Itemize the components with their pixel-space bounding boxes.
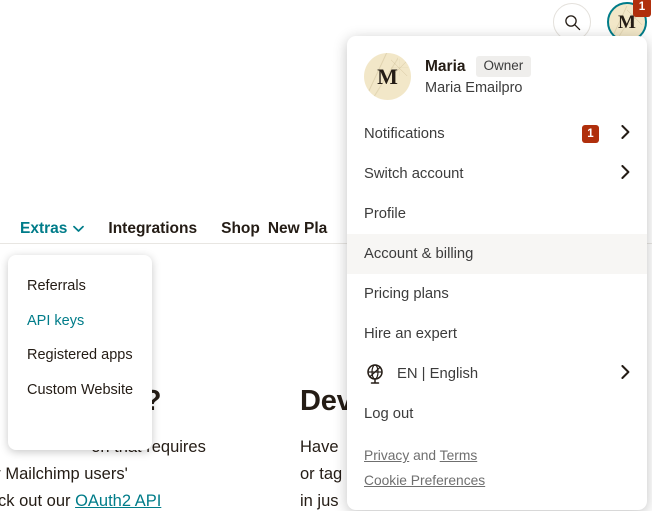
menu-item-notifications-label: Notifications <box>364 126 445 142</box>
menu-item-switch-account-label: Switch account <box>364 166 464 182</box>
account-role-badge: Owner <box>475 56 532 77</box>
extras-item-custom-website[interactable]: Custom Website <box>8 373 152 408</box>
cookie-preferences-link[interactable]: Cookie Preferences <box>364 473 485 488</box>
chevron-down-icon <box>73 220 85 238</box>
oauth2-api-link[interactable]: OAuth2 API <box>75 492 161 510</box>
nav-items: Extras Integrations Shop New Pla <box>20 213 351 244</box>
chevron-right-icon <box>621 125 630 143</box>
body-paragraph-left-line2: s to other Mailchimp users' <box>0 464 128 483</box>
menu-item-hire-an-expert-label: Hire an expert <box>364 326 457 342</box>
cookie-preferences-row: Cookie Preferences <box>364 473 630 488</box>
app-root: M 1 W app? gon that requires s to other … <box>0 0 652 511</box>
nav-item-new-plans[interactable]: New Pla <box>268 220 327 238</box>
account-user-name: Maria <box>425 58 466 75</box>
notifications-count-badge: 1 <box>582 125 599 143</box>
menu-item-account-billing-label: Account & billing <box>364 246 474 262</box>
menu-item-profile[interactable]: Profile <box>347 194 647 234</box>
nav-item-integrations-label: Integrations <box>108 219 198 237</box>
account-name-row: Maria Owner <box>425 56 532 77</box>
chevron-right-icon <box>621 365 630 383</box>
menu-item-switch-account[interactable]: Switch account <box>347 154 647 194</box>
left-line3-pre: nts? Check out our <box>0 491 71 510</box>
menu-item-notifications[interactable]: Notifications 1 <box>347 114 647 154</box>
menu-item-account-billing[interactable]: Account & billing <box>347 234 647 274</box>
body-paragraph-left-line3: nts? Check out our OAuth2 API <box>0 488 277 511</box>
privacy-terms-row: Privacy and Terms <box>364 448 630 463</box>
terms-link[interactable]: Terms <box>440 448 478 463</box>
account-header: M Maria Owner Maria Emailpro <box>347 36 647 114</box>
menu-item-log-out[interactable]: Log out <box>347 394 647 434</box>
nav-item-new-plans-label: New Pla <box>267 219 328 237</box>
account-avatar: M <box>364 53 411 100</box>
menu-item-log-out-label: Log out <box>364 406 414 422</box>
menu-item-profile-label: Profile <box>364 206 406 222</box>
and-text: and <box>409 448 440 463</box>
account-legal-links: Privacy and Terms Cookie Preferences <box>347 434 647 488</box>
menu-item-pricing-plans[interactable]: Pricing plans <box>347 274 647 314</box>
nav-item-extras-label: Extras <box>20 219 68 237</box>
extras-item-api-keys[interactable]: API keys <box>8 304 152 339</box>
account-organization: Maria Emailpro <box>425 79 523 96</box>
nav-item-shop-label: Shop <box>221 219 260 237</box>
menu-item-pricing-plans-label: Pricing plans <box>364 286 449 302</box>
privacy-link[interactable]: Privacy <box>364 448 409 463</box>
account-identity: Maria Owner Maria Emailpro <box>425 56 532 97</box>
extras-item-registered-apps[interactable]: Registered apps <box>8 338 152 373</box>
account-avatar-initial: M <box>377 63 398 89</box>
account-dropdown-menu: M Maria Owner Maria Emailpro Notificatio… <box>347 36 647 510</box>
menu-item-language[interactable]: EN | English <box>347 354 647 394</box>
avatar-notification-badge: 1 <box>633 0 651 17</box>
extras-dropdown-menu: Referrals API keys Registered apps Custo… <box>8 255 152 450</box>
nav-item-extras[interactable]: Extras <box>20 219 85 238</box>
nav-item-integrations[interactable]: Integrations <box>108 220 197 238</box>
menu-item-language-label: EN | English <box>397 366 479 382</box>
chevron-right-icon <box>621 165 630 183</box>
nav-item-shop[interactable]: Shop <box>221 220 260 238</box>
search-icon <box>564 14 581 31</box>
globe-icon <box>364 363 386 385</box>
extras-item-referrals[interactable]: Referrals <box>8 269 152 304</box>
menu-item-hire-an-expert[interactable]: Hire an expert <box>347 314 647 354</box>
